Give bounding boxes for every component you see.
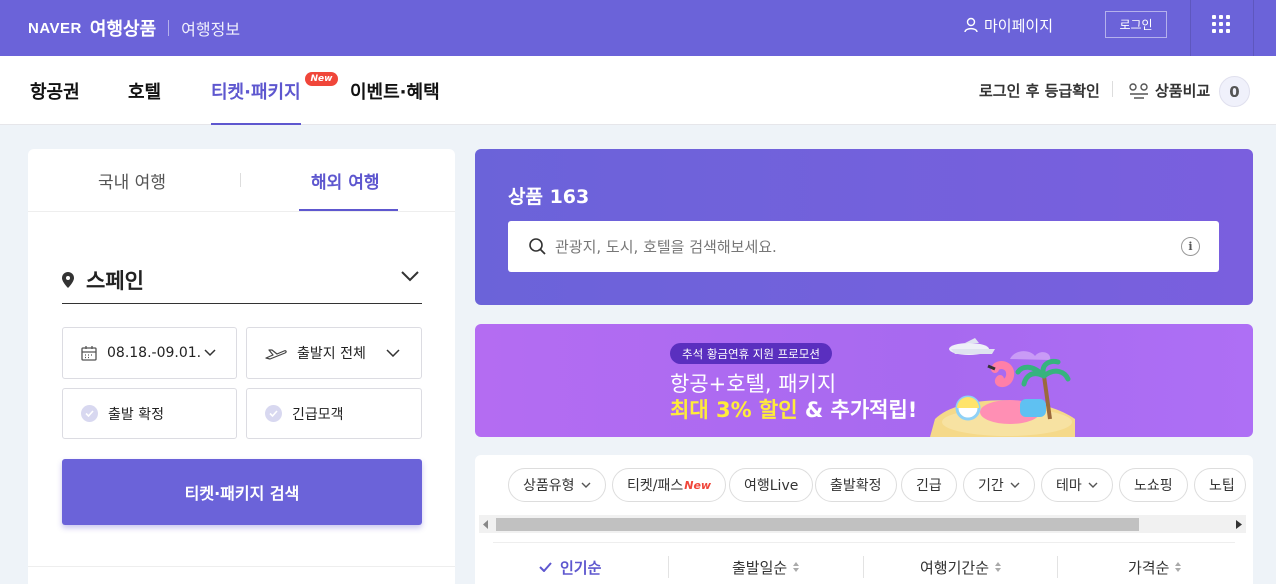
check-icon — [265, 405, 282, 422]
filter-chip-product-type[interactable]: 상품유형 — [508, 468, 606, 502]
sort-label: 인기순 — [560, 558, 602, 577]
naver-logo[interactable]: NAVER — [28, 20, 82, 37]
sort-arrows-icon — [793, 562, 800, 572]
scrollbar-thumb[interactable] — [496, 518, 1139, 531]
travel-info-link[interactable]: 여행정보 — [181, 16, 240, 40]
destination-selector[interactable]: 스페인 — [62, 256, 422, 304]
user-icon — [964, 17, 978, 33]
chevron-down-icon — [204, 349, 216, 357]
sort-separator — [1057, 556, 1058, 578]
promo-highlight: 최대 3% 할인 — [670, 398, 798, 422]
chip-label: 기간 — [978, 478, 1004, 494]
tab-overseas[interactable]: 해외 여행 — [311, 149, 379, 211]
product-count-title: 상품 163 — [508, 186, 590, 208]
filter-chip-ticket-pass[interactable]: 티켓/패스 New — [612, 468, 727, 502]
urgent-recruit-checkbox[interactable]: 긴급모객 — [246, 388, 422, 439]
brand: NAVER 여행상품 여행정보 — [28, 0, 240, 56]
nav-item-tickets-packages[interactable]: 티켓·패키지 — [211, 56, 301, 125]
mypage-label: 마이페이지 — [984, 16, 1054, 35]
horizontal-scrollbar[interactable] — [479, 515, 1246, 533]
search-input[interactable]: 관광지, 도시, 호텔을 검색해보세요. i — [508, 221, 1219, 272]
chip-label: 티켓/패스 — [627, 478, 684, 494]
chip-label: 테마 — [1056, 478, 1082, 494]
filter-chip-duration[interactable]: 기간 — [963, 468, 1035, 502]
search-placeholder: 관광지, 도시, 호텔을 검색해보세요. — [555, 238, 777, 256]
promo-banner[interactable]: 추석 황금연휴 지원 프로모션 항공+호텔, 패키지 최대 3% 할인 & 추가… — [475, 324, 1253, 437]
sort-label: 가격순 — [1128, 558, 1170, 577]
flamingo-illustration — [930, 338, 1075, 437]
departure-label: 출발지 전체 — [297, 346, 366, 362]
new-badge: New — [305, 72, 338, 86]
destination-name: 스페인 — [86, 268, 144, 293]
sort-divider — [493, 542, 1235, 543]
filter-chip-theme[interactable]: 테마 — [1041, 468, 1113, 502]
category-nav: 항공권 호텔 티켓·패키지 New 이벤트·혜택 로그인 후 등급확인 상품비교 — [0, 56, 1276, 125]
nav-divider — [1112, 81, 1113, 97]
sort-popular[interactable]: 인기순 — [539, 552, 601, 582]
chip-label: 상품유형 — [523, 478, 575, 494]
compare-label: 상품비교 — [1155, 82, 1211, 100]
top-header: NAVER 여행상품 여행정보 마이페이지 로그인 — [0, 0, 1276, 56]
tab-domestic[interactable]: 국내 여행 — [98, 149, 166, 211]
filter-chip-no-tip[interactable]: 노팁 — [1194, 468, 1246, 502]
date-range: 08.18.-09.01. — [107, 345, 202, 361]
airplane-icon — [265, 349, 287, 360]
product-title[interactable]: 여행상품 — [90, 15, 156, 41]
sort-price[interactable]: 가격순 — [1128, 552, 1182, 582]
tab-divider — [240, 173, 241, 187]
chevron-down-icon — [1088, 482, 1098, 488]
chevron-down-icon — [401, 271, 419, 282]
login-button[interactable]: 로그인 — [1105, 11, 1167, 38]
date-selector[interactable]: 08.18.-09.01. — [62, 327, 237, 379]
ticket-package-search-button[interactable]: 티켓·패키지 검색 — [62, 459, 422, 525]
chevron-down-icon — [1010, 482, 1020, 488]
mypage-link[interactable]: 마이페이지 — [964, 0, 1053, 50]
sort-duration[interactable]: 여행기간순 — [920, 552, 1002, 582]
tabs-border — [28, 211, 455, 212]
chevron-down-icon — [386, 349, 400, 357]
header-divider — [1253, 0, 1254, 56]
check-icon — [81, 405, 98, 422]
login-grade-link[interactable]: 로그인 후 등급확인 — [979, 56, 1100, 125]
promo-pill: 추석 황금연휴 지원 프로모션 — [670, 343, 832, 364]
header-divider — [1190, 0, 1191, 56]
brand-divider — [168, 20, 170, 36]
compare-icon — [1129, 82, 1148, 99]
calendar-icon — [81, 346, 97, 361]
filter-sort-panel: 상품유형 티켓/패스 New 여행Live 출발확정 긴급 기간 테마 노쇼핑 … — [475, 455, 1253, 584]
nav-item-events[interactable]: 이벤트·혜택 — [350, 56, 440, 125]
sort-separator — [668, 556, 669, 578]
product-search-card: 상품 163 관광지, 도시, 호텔을 검색해보세요. i — [475, 149, 1253, 305]
compare-link[interactable]: 상품비교 — [1128, 56, 1210, 125]
filter-chip-no-shopping[interactable]: 노쇼핑 — [1119, 468, 1188, 502]
check-icon — [539, 562, 552, 572]
sort-arrows-icon — [1175, 562, 1182, 572]
scroll-right-icon[interactable] — [1236, 520, 1242, 529]
search-panel: 국내 여행 해외 여행 스페인 08.18.-09.01. 출발지 전체 출발 … — [28, 149, 455, 584]
confirmed-departure-label: 출발 확정 — [108, 406, 164, 423]
panel-divider — [28, 566, 455, 567]
departure-selector[interactable]: 출발지 전체 — [246, 327, 422, 379]
sort-label: 여행기간순 — [920, 558, 990, 577]
sort-label: 출발일순 — [732, 558, 788, 577]
sort-separator — [863, 556, 864, 578]
nav-item-flights[interactable]: 항공권 — [30, 56, 80, 125]
compare-count: 0 — [1219, 76, 1250, 107]
chevron-down-icon — [581, 482, 591, 488]
filter-chip-confirmed[interactable]: 출발확정 — [815, 468, 897, 502]
filter-chip-travel-live[interactable]: 여행Live — [729, 468, 814, 502]
nav-item-hotels[interactable]: 호텔 — [128, 56, 161, 125]
urgent-recruit-label: 긴급모객 — [292, 406, 344, 423]
sort-arrows-icon — [995, 562, 1002, 572]
confirmed-departure-checkbox[interactable]: 출발 확정 — [62, 388, 237, 439]
search-icon — [529, 238, 546, 255]
location-pin-icon — [62, 271, 74, 288]
grid-icon[interactable] — [1212, 15, 1230, 33]
new-badge: New — [684, 478, 712, 492]
info-icon[interactable]: i — [1181, 237, 1200, 256]
filter-chip-urgent[interactable]: 긴급 — [901, 468, 957, 502]
scroll-left-icon[interactable] — [483, 520, 489, 529]
promo-subline: 최대 3% 할인 & 추가적립! — [670, 394, 917, 424]
sort-departure-date[interactable]: 출발일순 — [732, 552, 800, 582]
